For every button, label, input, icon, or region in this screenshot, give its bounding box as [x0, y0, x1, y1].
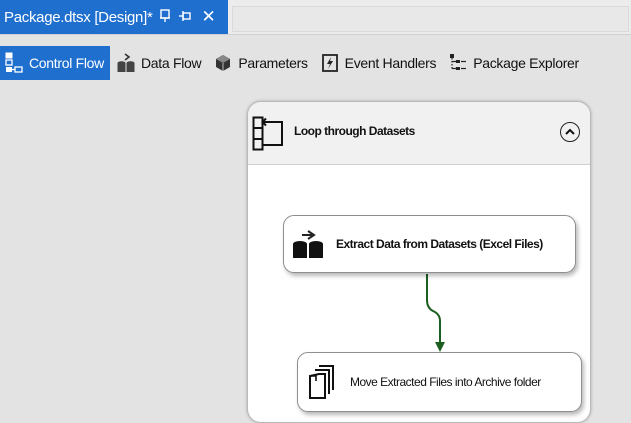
tab-event-handlers-label: Event Handlers [344, 55, 437, 71]
pin-icon[interactable] [159, 8, 171, 26]
data-flow-icon [116, 52, 136, 74]
data-flow-task-icon [290, 228, 326, 260]
container-header[interactable]: Loop through Datasets [248, 102, 590, 165]
tab-data-flow[interactable]: Data Flow [112, 46, 207, 80]
tab-data-flow-label: Data Flow [140, 55, 202, 71]
parameters-icon [213, 52, 233, 74]
tab-control-flow-label: Control Flow [29, 55, 104, 71]
event-handlers-icon [320, 52, 340, 74]
file-system-task[interactable]: Move Extracted Files into Archive folder [297, 352, 582, 412]
data-flow-task-label: Extract Data from Datasets (Excel Files) [336, 237, 543, 251]
file-system-task-icon [304, 364, 340, 400]
tab-strip-background [232, 6, 629, 32]
foreach-loop-icon [252, 116, 286, 157]
document-tab-title: Package.dtsx [Design]* [4, 8, 153, 26]
control-flow-icon [4, 52, 24, 74]
file-system-task-label: Move Extracted Files into Archive folder [350, 375, 541, 389]
tab-package-explorer-label: Package Explorer [473, 55, 579, 71]
tab-parameters-label: Parameters [238, 55, 308, 71]
tab-parameters[interactable]: Parameters [209, 46, 313, 80]
designer-tab-bar: Control Flow Data Flow Parameters Event … [0, 44, 631, 82]
close-icon[interactable]: ✕ [201, 7, 215, 27]
document-tab-strip: Package.dtsx [Design]* ✕ [0, 0, 631, 35]
pin-toggle-icon[interactable] [178, 10, 192, 25]
tab-control-flow[interactable]: Control Flow [0, 46, 110, 80]
data-flow-task[interactable]: Extract Data from Datasets (Excel Files) [283, 215, 576, 273]
document-tab[interactable]: Package.dtsx [Design]* ✕ [0, 0, 228, 34]
chevron-up-circle-icon[interactable] [560, 122, 580, 142]
tab-event-handlers[interactable]: Event Handlers [316, 46, 443, 80]
container-title: Loop through Datasets [294, 124, 415, 138]
package-explorer-icon [448, 52, 468, 74]
tab-package-explorer[interactable]: Package Explorer [444, 46, 585, 80]
